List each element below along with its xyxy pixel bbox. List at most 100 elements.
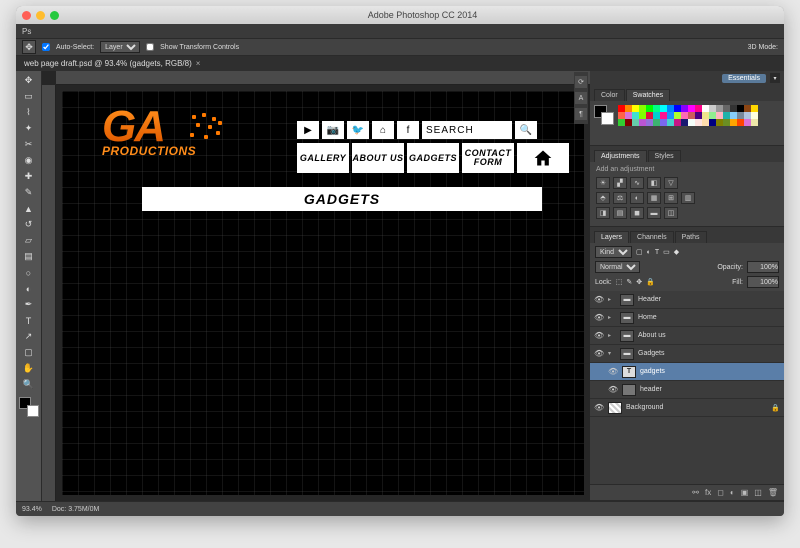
- history-panel-icon[interactable]: ⟳: [575, 76, 587, 88]
- adj-invert-icon[interactable]: ◨: [596, 207, 610, 219]
- swatch[interactable]: [653, 105, 660, 112]
- auto-select-checkbox[interactable]: [42, 43, 50, 51]
- layer-mask-icon[interactable]: ◻: [717, 488, 724, 497]
- background-color[interactable]: [27, 405, 39, 417]
- ruler-horizontal[interactable]: [56, 71, 590, 85]
- adjustments-tab[interactable]: Adjustments: [594, 150, 647, 162]
- path-tool[interactable]: ↗: [19, 329, 39, 344]
- blur-tool[interactable]: ○: [19, 265, 39, 280]
- swatch[interactable]: [618, 112, 625, 119]
- swatch[interactable]: [660, 112, 667, 119]
- adj-lookup-icon[interactable]: ▥: [681, 192, 695, 204]
- layer-kind-dropdown[interactable]: Kind: [595, 246, 632, 258]
- layer-name[interactable]: Gadgets: [638, 350, 664, 357]
- swatch[interactable]: [681, 105, 688, 112]
- layer-thumb[interactable]: T: [622, 366, 636, 378]
- visibility-icon[interactable]: 👁: [608, 367, 618, 376]
- swatch[interactable]: [730, 119, 737, 126]
- character-panel-icon[interactable]: A: [575, 92, 587, 104]
- swatch[interactable]: [751, 112, 758, 119]
- swatch[interactable]: [625, 119, 632, 126]
- swatch[interactable]: [632, 119, 639, 126]
- visibility-icon[interactable]: 👁: [594, 349, 604, 358]
- swatch[interactable]: [709, 112, 716, 119]
- swatch[interactable]: [744, 119, 751, 126]
- swatch[interactable]: [751, 105, 758, 112]
- zoom-tool[interactable]: 🔍: [19, 377, 39, 392]
- layer-name[interactable]: Background: [626, 404, 663, 411]
- disclosure-icon[interactable]: ▸: [608, 314, 616, 321]
- swatch[interactable]: [639, 112, 646, 119]
- crop-tool[interactable]: ✂: [19, 137, 39, 152]
- adj-photo-icon[interactable]: ▦: [647, 192, 661, 204]
- swatch[interactable]: [716, 119, 723, 126]
- blend-mode-dropdown[interactable]: Normal: [595, 261, 640, 273]
- heal-tool[interactable]: ✚: [19, 169, 39, 184]
- minimize-window-button[interactable]: [36, 11, 45, 20]
- swatch[interactable]: [618, 105, 625, 112]
- swatch[interactable]: [737, 119, 744, 126]
- adj-brightness-icon[interactable]: ☀: [596, 177, 610, 189]
- move-tool-icon[interactable]: ✥: [22, 40, 36, 54]
- filter-smart-icon[interactable]: ◆: [674, 248, 679, 256]
- swatch[interactable]: [632, 105, 639, 112]
- swatch[interactable]: [653, 112, 660, 119]
- move-tool[interactable]: ✥: [19, 73, 39, 88]
- swatches-tab[interactable]: Swatches: [626, 89, 670, 101]
- swatch[interactable]: [646, 105, 653, 112]
- swatch[interactable]: [681, 119, 688, 126]
- ps-home-icon[interactable]: Ps: [22, 27, 31, 36]
- new-group-icon[interactable]: ▣: [741, 488, 749, 497]
- layer-thumb[interactable]: ▬: [620, 312, 634, 324]
- layer-thumb[interactable]: [622, 384, 636, 396]
- layer-name[interactable]: header: [640, 386, 662, 393]
- layer-row[interactable]: 👁▸▬About us: [590, 327, 784, 345]
- styles-tab[interactable]: Styles: [648, 150, 681, 162]
- swatch[interactable]: [625, 112, 632, 119]
- shape-tool[interactable]: ▢: [19, 345, 39, 360]
- adj-bw-icon[interactable]: ◐: [630, 192, 644, 204]
- swatch[interactable]: [639, 105, 646, 112]
- swatch[interactable]: [709, 105, 716, 112]
- close-tab-icon[interactable]: ×: [196, 59, 201, 68]
- swatch[interactable]: [695, 112, 702, 119]
- swatch[interactable]: [660, 119, 667, 126]
- disclosure-icon[interactable]: ▸: [608, 332, 616, 339]
- layer-thumb[interactable]: [608, 402, 622, 414]
- adj-exposure-icon[interactable]: ◧: [647, 177, 661, 189]
- adj-poster-icon[interactable]: ▤: [613, 207, 627, 219]
- canvas[interactable]: GA PRODUCTIONS ▶ 📷 🐦 ⌂ f SEARCH 🔍: [62, 91, 584, 495]
- swatch[interactable]: [744, 112, 751, 119]
- swatch[interactable]: [646, 112, 653, 119]
- zoom-window-button[interactable]: [50, 11, 59, 20]
- workspace-essentials[interactable]: Essentials: [722, 74, 766, 83]
- layer-fx-icon[interactable]: fx: [705, 488, 711, 497]
- swatch[interactable]: [639, 119, 646, 126]
- layer-name[interactable]: About us: [638, 332, 666, 339]
- opacity-input[interactable]: [747, 261, 779, 273]
- swatch[interactable]: [702, 119, 709, 126]
- visibility-icon[interactable]: 👁: [594, 295, 604, 304]
- paths-tab[interactable]: Paths: [675, 231, 707, 243]
- visibility-icon[interactable]: 👁: [594, 331, 604, 340]
- swatch[interactable]: [646, 119, 653, 126]
- fill-input[interactable]: [747, 276, 779, 288]
- wand-tool[interactable]: ✦: [19, 121, 39, 136]
- disclosure-icon[interactable]: ▾: [608, 350, 616, 357]
- lock-all-icon[interactable]: 🔒: [646, 278, 655, 286]
- document-tab[interactable]: web page draft.psd @ 93.4% (gadgets, RGB…: [16, 56, 784, 71]
- adj-gradient-icon[interactable]: ▬: [647, 207, 661, 219]
- gradient-tool[interactable]: ▤: [19, 249, 39, 264]
- layer-row[interactable]: 👁header: [590, 381, 784, 399]
- swatch[interactable]: [695, 105, 702, 112]
- panel-fgbg[interactable]: [594, 105, 614, 125]
- filter-adjust-icon[interactable]: ◐: [647, 249, 651, 256]
- workspace-menu-icon[interactable]: ▾: [770, 73, 780, 83]
- show-transform-checkbox[interactable]: [146, 43, 154, 51]
- swatch[interactable]: [723, 105, 730, 112]
- swatch[interactable]: [625, 105, 632, 112]
- visibility-icon[interactable]: 👁: [594, 313, 604, 322]
- swatch[interactable]: [716, 105, 723, 112]
- swatch[interactable]: [667, 119, 674, 126]
- swatch[interactable]: [737, 112, 744, 119]
